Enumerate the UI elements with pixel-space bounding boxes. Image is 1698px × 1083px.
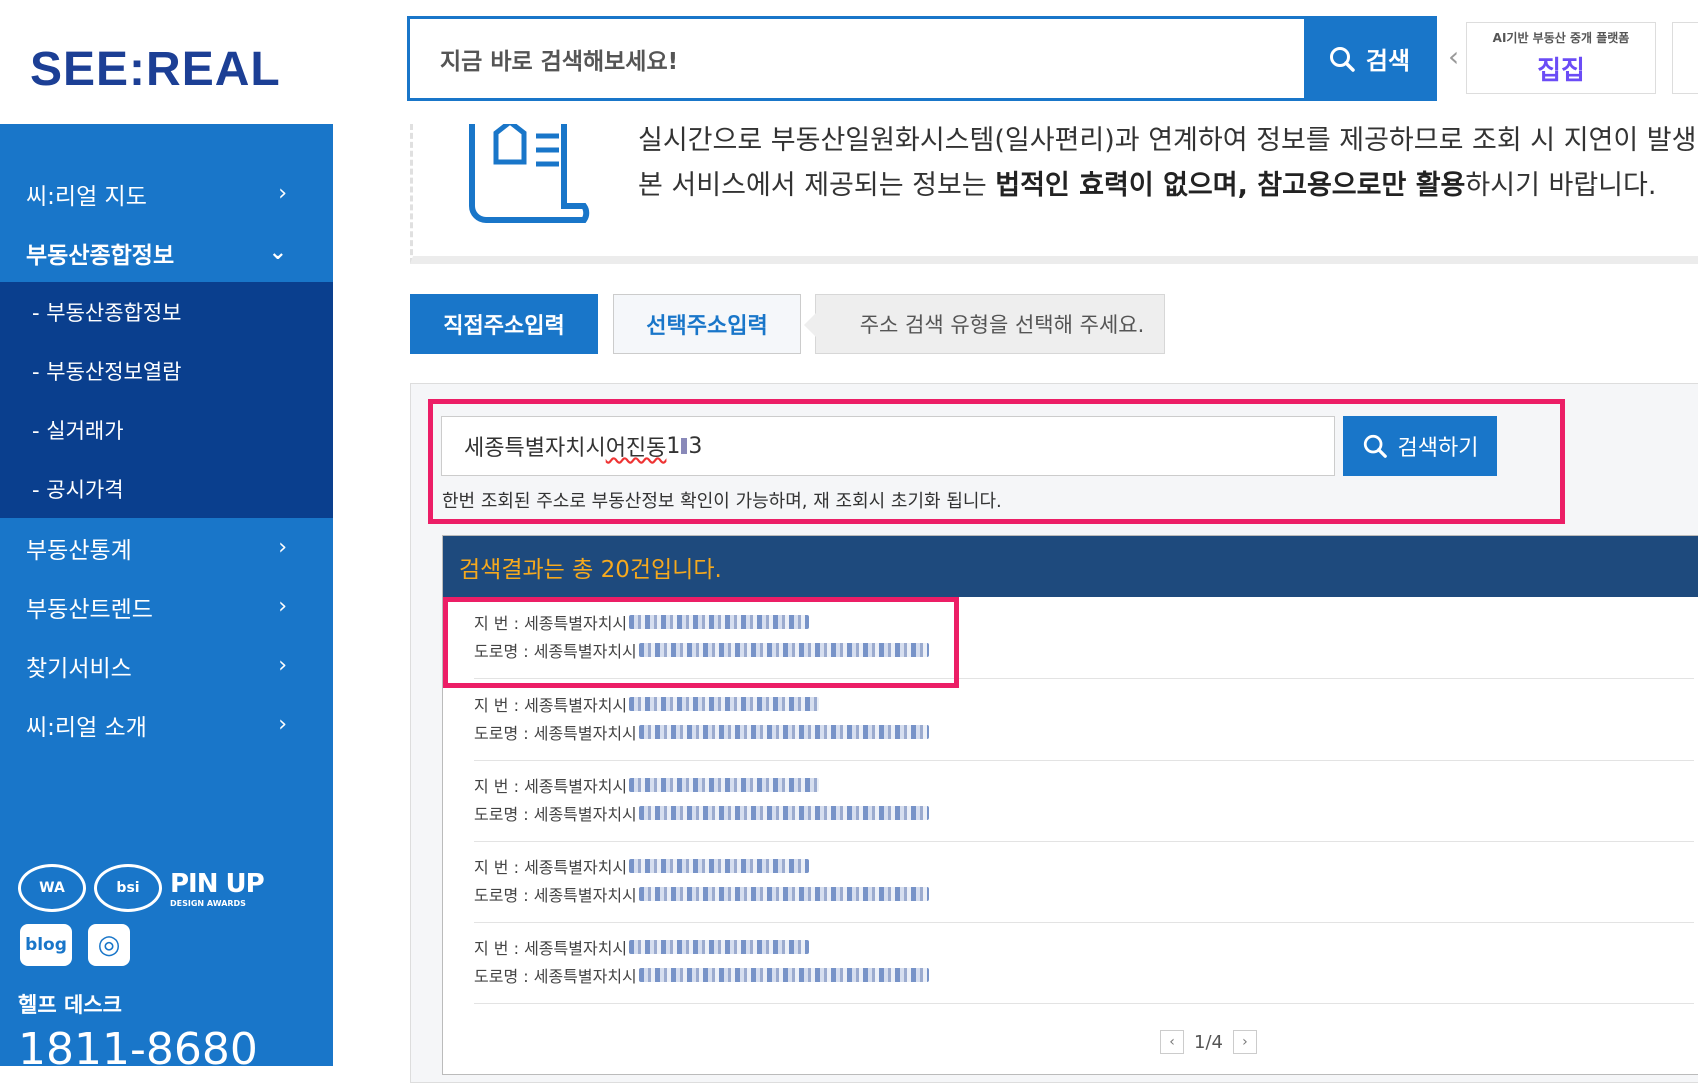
wa-cert-icon: WA: [18, 864, 86, 912]
sidebar-submenu: - 부동산종합정보 - 부동산정보열람 - 실거래가 - 공시가격: [0, 282, 333, 518]
notice-line-1: 실시간으로 부동산일원화시스템(일사편리)과 연계하여 정보를 제공하므로 조회…: [638, 125, 1697, 156]
help-desk-phone: 1811-8680: [18, 1024, 258, 1075]
document-icon: [469, 118, 590, 223]
top-search-input[interactable]: 지금 바로 검색해보세요!: [410, 19, 1304, 98]
social-row: blog ◎: [20, 924, 130, 966]
redacted-text: [629, 859, 810, 873]
chevron-right-icon: ›: [278, 594, 287, 619]
redacted-text: [629, 940, 810, 954]
sidebar-item-label: 부동산종합정보: [26, 242, 175, 269]
result-road: 도로명 : 세종특별자치시: [474, 719, 929, 745]
tab-hint-tooltip: 주소 검색 유형을 선택해 주세요.: [804, 294, 1165, 354]
sidebar-item-label: 씨:리얼 지도: [26, 183, 147, 210]
instagram-icon[interactable]: ◎: [88, 924, 130, 966]
sidebar-item-about[interactable]: 씨:리얼 소개 ›: [0, 695, 333, 754]
banner-subtitle: AI기반 부동산 중개 플랫폼: [1492, 31, 1630, 45]
next-page-button[interactable]: ›: [1232, 1030, 1257, 1054]
result-jibun: 지 번 : 세종특별자치시: [474, 772, 820, 798]
header: SEE:REAL 지금 바로 검색해보세요! 검색 ‹ AI기반 부동산 중개 …: [0, 0, 1698, 124]
help-desk-label: 헬프 데스크: [18, 993, 122, 1017]
banner-brand: 집집: [1537, 56, 1585, 86]
sidebar-subitem-view[interactable]: - 부동산정보열람: [0, 341, 333, 400]
zipzip-banner[interactable]: AI기반 부동산 중개 플랫폼 집집: [1466, 22, 1656, 94]
chevron-right-icon: ›: [278, 535, 287, 560]
sidebar-item-label: 찾기서비스: [26, 655, 132, 682]
chevron-right-icon: ›: [278, 181, 287, 206]
sidebar-item-map[interactable]: 씨:리얼 지도 ›: [0, 164, 333, 223]
top-search-button-label: 검색: [1365, 47, 1411, 75]
redacted-text: [629, 697, 820, 711]
redacted-text: [638, 806, 929, 820]
sidebar-subitem-info[interactable]: - 부동산종합정보: [0, 282, 333, 341]
prev-page-button[interactable]: ‹: [1160, 1030, 1184, 1054]
notice-text: 실시간으로 부동산일원화시스템(일사편리)과 연계하여 정보를 제공하므로 조회…: [638, 118, 1697, 208]
logo-see: SEE: [30, 43, 130, 96]
list-item[interactable]: 지 번 : 세종특별자치시 도로명 : 세종특별자치시: [474, 679, 1694, 761]
sidebar-subitem-deals[interactable]: - 실거래가: [0, 400, 333, 459]
sidebar-item-label: 부동산트렌드: [26, 596, 153, 623]
banner-prev-icon[interactable]: ‹: [1448, 40, 1459, 73]
sidebar-item-realestate-info[interactable]: 부동산종합정보 ⌄: [0, 223, 333, 282]
tab-select-address[interactable]: 선택주소입력: [613, 294, 801, 354]
page-indicator: 1/4: [1194, 1031, 1223, 1053]
results-header: 검색결과는 총 20건입니다.: [443, 536, 1698, 597]
sidebar-subitem-price[interactable]: - 공시가격: [0, 459, 333, 518]
chevron-down-icon: ⌄: [268, 240, 287, 265]
result-road: 도로명 : 세종특별자치시: [474, 800, 929, 826]
list-item[interactable]: 지 번 : 세종특별자치시 도로명 : 세종특별자치시: [474, 922, 1694, 1004]
result-jibun: 지 번 : 세종특별자치시: [474, 853, 810, 879]
search-icon: [1329, 46, 1355, 72]
bsi-cert-icon: bsi: [94, 864, 162, 912]
result-jibun: 지 번 : 세종특별자치시: [474, 691, 820, 717]
result-highlight-frame: [443, 597, 959, 688]
redacted-text: [638, 968, 929, 982]
redacted-text: [638, 725, 929, 739]
result-jibun: 지 번 : 세종특별자치시: [474, 934, 810, 960]
search-highlight-frame: [428, 399, 1565, 524]
chevron-right-icon: ›: [278, 712, 287, 737]
list-item[interactable]: 지 번 : 세종특별자치시 도로명 : 세종특별자치시: [474, 841, 1694, 923]
logo-colon: :: [129, 43, 147, 96]
certification-row: WA bsi PIN UP DESIGN AWARDS: [18, 864, 265, 912]
logo[interactable]: SEE:REAL: [30, 42, 281, 97]
sidebar-item-label: 부동산통계: [26, 537, 132, 564]
notice-line-2: 본 서비스에서 제공되는 정보는 법적인 효력이 없으며, 참고용으로만 활용하…: [638, 170, 1657, 201]
pinup-award: PIN UP DESIGN AWARDS: [170, 868, 265, 908]
second-banner[interactable]: [1672, 22, 1698, 94]
sidebar-item-label: 씨:리얼 소개: [26, 714, 147, 741]
blog-icon[interactable]: blog: [20, 924, 72, 966]
sidebar-item-trend[interactable]: 부동산트렌드 ›: [0, 577, 333, 636]
logo-real: REAL: [146, 43, 281, 96]
tab-direct-address[interactable]: 직접주소입력: [410, 294, 598, 354]
redacted-text: [629, 778, 820, 792]
sidebar-item-stats[interactable]: 부동산통계 ›: [0, 518, 333, 577]
chevron-right-icon: ›: [278, 653, 287, 678]
top-search-bar: 지금 바로 검색해보세요! 검색: [407, 16, 1437, 101]
result-road: 도로명 : 세종특별자치시: [474, 962, 929, 988]
top-search-button[interactable]: 검색: [1304, 19, 1434, 98]
sidebar-item-finder[interactable]: 찾기서비스 ›: [0, 636, 333, 695]
list-item[interactable]: 지 번 : 세종특별자치시 도로명 : 세종특별자치시: [474, 760, 1694, 842]
sidebar: 씨:리얼 지도 › 부동산종합정보 ⌄ - 부동산종합정보 - 부동산정보열람 …: [0, 124, 333, 1075]
pagination: ‹ 1/4 ›: [1160, 1030, 1257, 1054]
redacted-text: [638, 887, 929, 901]
result-road: 도로명 : 세종특별자치시: [474, 881, 929, 907]
